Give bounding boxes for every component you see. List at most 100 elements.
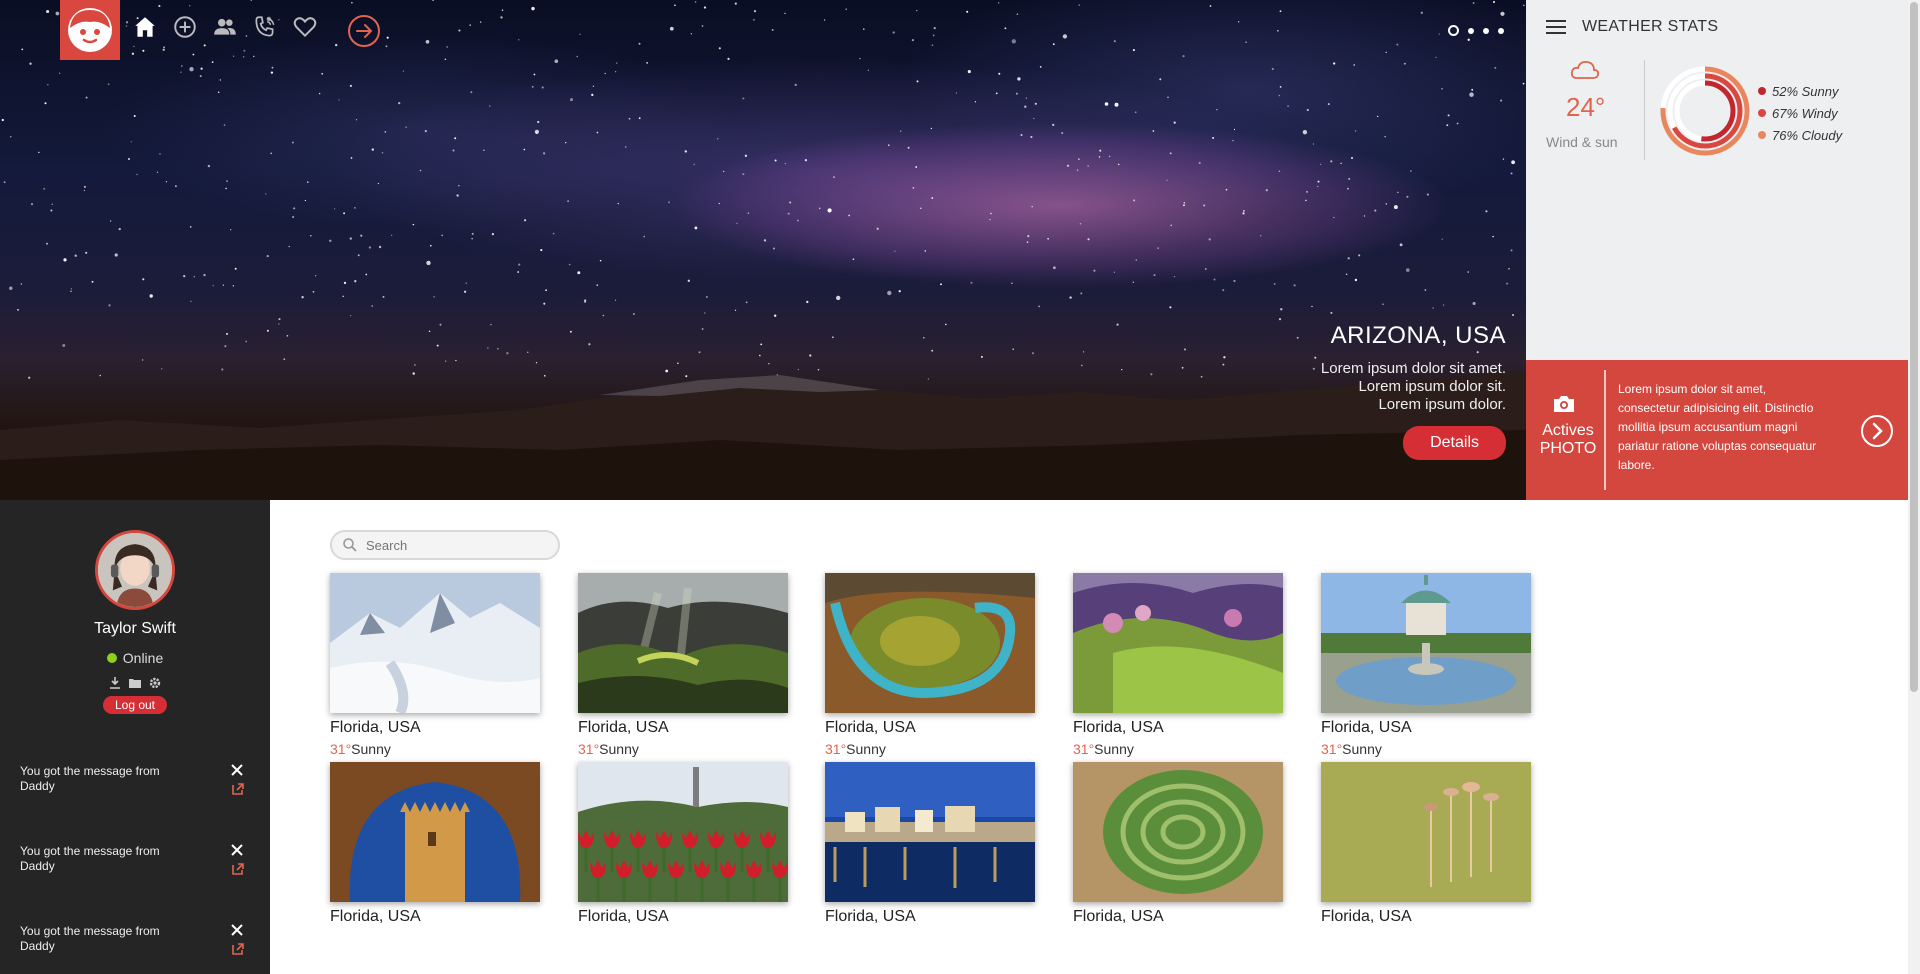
add-icon[interactable] xyxy=(172,14,198,40)
card-title: Florida, USA xyxy=(1073,719,1164,736)
cloud-icon xyxy=(1570,60,1600,79)
card-title: Florida, USA xyxy=(1321,719,1412,736)
actives-photo-panel: Actives PHOTO Lorem ipsum dolor sit amet… xyxy=(1526,360,1908,500)
main-content: Florida, USA 31°Sunny 12 8 160 xyxy=(270,500,1908,974)
photo-card[interactable]: Florida, USA xyxy=(330,762,540,926)
notification-item[interactable]: You got the message from Daddy xyxy=(20,844,255,876)
legend-dot xyxy=(1758,87,1766,95)
card-temp: 31° xyxy=(825,741,847,757)
photo-thumbnail xyxy=(330,573,540,713)
close-icon[interactable] xyxy=(231,844,243,856)
slider-dots xyxy=(1448,25,1504,36)
card-title: Florida, USA xyxy=(1321,908,1412,925)
card-image[interactable] xyxy=(578,573,788,713)
card-temp: 31° xyxy=(330,741,352,757)
card-condition: Sunny xyxy=(1094,741,1134,757)
scrollbar-thumb[interactable] xyxy=(1910,2,1918,692)
card-temp: 31° xyxy=(1321,741,1343,757)
details-button[interactable]: Details xyxy=(1403,426,1506,460)
card-image[interactable] xyxy=(825,573,1035,713)
folder-icon[interactable] xyxy=(128,676,142,690)
card-title: Florida, USA xyxy=(330,719,421,736)
photo-card[interactable]: Florida, USA xyxy=(578,762,788,926)
search-icon xyxy=(343,538,357,552)
card-weather: 31°Sunny xyxy=(1073,741,1283,757)
card-title: Florida, USA xyxy=(825,908,916,925)
photo-card[interactable]: Florida, USA 31°Sunny 12 8 160 xyxy=(1321,573,1531,777)
card-weather: 31°Sunny xyxy=(1321,741,1531,757)
card-weather: 31°Sunny xyxy=(330,741,540,757)
card-image[interactable] xyxy=(1321,762,1531,902)
photo-card[interactable]: Florida, USA 31°Sunny 12 8 160 xyxy=(578,573,788,777)
hero-line: Lorem ipsum dolor sit amet. xyxy=(1320,360,1506,377)
card-image[interactable] xyxy=(1321,573,1531,713)
legend-label: 67% Windy xyxy=(1772,105,1838,121)
logout-button[interactable]: Log out xyxy=(103,696,167,714)
weather-header: WEATHER STATS xyxy=(1546,18,1718,36)
user-actions xyxy=(0,676,270,690)
online-indicator xyxy=(106,653,117,663)
photo-thumbnail xyxy=(330,762,540,902)
slider-dot[interactable] xyxy=(1498,27,1504,34)
card-title: Florida, USA xyxy=(1073,908,1164,925)
card-image[interactable] xyxy=(1073,762,1283,902)
photo-thumbnail xyxy=(825,573,1035,713)
weather-donut-chart xyxy=(1660,66,1750,156)
top-nav xyxy=(132,14,318,40)
card-image[interactable] xyxy=(330,762,540,902)
weather-title: WEATHER STATS xyxy=(1582,18,1719,35)
photo-card[interactable]: Florida, USA xyxy=(1073,762,1283,926)
notification-item[interactable]: You got the message from Daddy xyxy=(20,764,255,796)
photo-card[interactable]: Florida, USA xyxy=(825,762,1035,926)
legend-item: 67% Windy xyxy=(1758,102,1842,124)
download-icon[interactable] xyxy=(108,676,122,690)
legend-dot xyxy=(1758,131,1766,139)
close-icon[interactable] xyxy=(231,924,243,936)
camera-icon xyxy=(1554,396,1574,412)
scrollbar[interactable] xyxy=(1908,0,1920,974)
legend-item: 52% Sunny xyxy=(1758,80,1842,102)
card-temp: 31° xyxy=(578,741,600,757)
card-image[interactable] xyxy=(825,762,1035,902)
external-link-icon[interactable] xyxy=(231,862,245,876)
external-link-icon[interactable] xyxy=(231,782,245,796)
chevron-right-icon[interactable] xyxy=(1860,414,1894,448)
card-condition: Sunny xyxy=(846,741,886,757)
weather-description: Wind & sun xyxy=(1546,134,1618,150)
close-icon[interactable] xyxy=(231,764,243,776)
phone-icon[interactable] xyxy=(252,14,278,40)
hero-line: Lorem ipsum dolor. xyxy=(1378,396,1506,413)
gear-icon[interactable] xyxy=(148,676,162,690)
home-icon[interactable] xyxy=(132,14,158,40)
photo-thumbnail xyxy=(1073,762,1283,902)
card-title: Florida, USA xyxy=(578,719,669,736)
photo-card[interactable]: Florida, USA 31°Sunny 12 8 160 xyxy=(1073,573,1283,777)
actives-text: Lorem ipsum dolor sit amet, consectetur … xyxy=(1618,382,1817,472)
photo-card[interactable]: Florida, USA 31°Sunny 12 8 160 xyxy=(330,573,540,777)
photo-thumbnail xyxy=(578,762,788,902)
card-title: Florida, USA xyxy=(330,908,421,925)
avatar[interactable] xyxy=(95,530,175,610)
external-link-icon[interactable] xyxy=(231,942,245,956)
app-logo[interactable] xyxy=(60,0,120,60)
users-icon[interactable] xyxy=(212,14,238,40)
photo-card[interactable]: Florida, USA xyxy=(1321,762,1531,926)
notification-text: You got the message from Daddy xyxy=(20,764,160,793)
search-box[interactable] xyxy=(330,530,560,560)
photo-thumbnail xyxy=(825,762,1035,902)
heart-icon[interactable] xyxy=(292,14,318,40)
search-input[interactable] xyxy=(364,536,544,554)
slider-dot[interactable] xyxy=(1468,27,1474,34)
menu-icon[interactable] xyxy=(1546,19,1566,35)
card-condition: Sunny xyxy=(351,741,391,757)
card-image[interactable] xyxy=(330,573,540,713)
slider-dot[interactable] xyxy=(1483,27,1489,34)
slider-dot[interactable] xyxy=(1448,25,1459,36)
legend-label: 52% Sunny xyxy=(1772,83,1839,99)
arrow-right-icon[interactable] xyxy=(347,14,381,48)
photo-card[interactable]: Florida, USA 31°Sunny 12 8 160 xyxy=(825,573,1035,777)
card-image[interactable] xyxy=(578,762,788,902)
photo-thumbnail xyxy=(578,573,788,713)
card-image[interactable] xyxy=(1073,573,1283,713)
notification-item[interactable]: You got the message from Daddy xyxy=(20,924,255,956)
